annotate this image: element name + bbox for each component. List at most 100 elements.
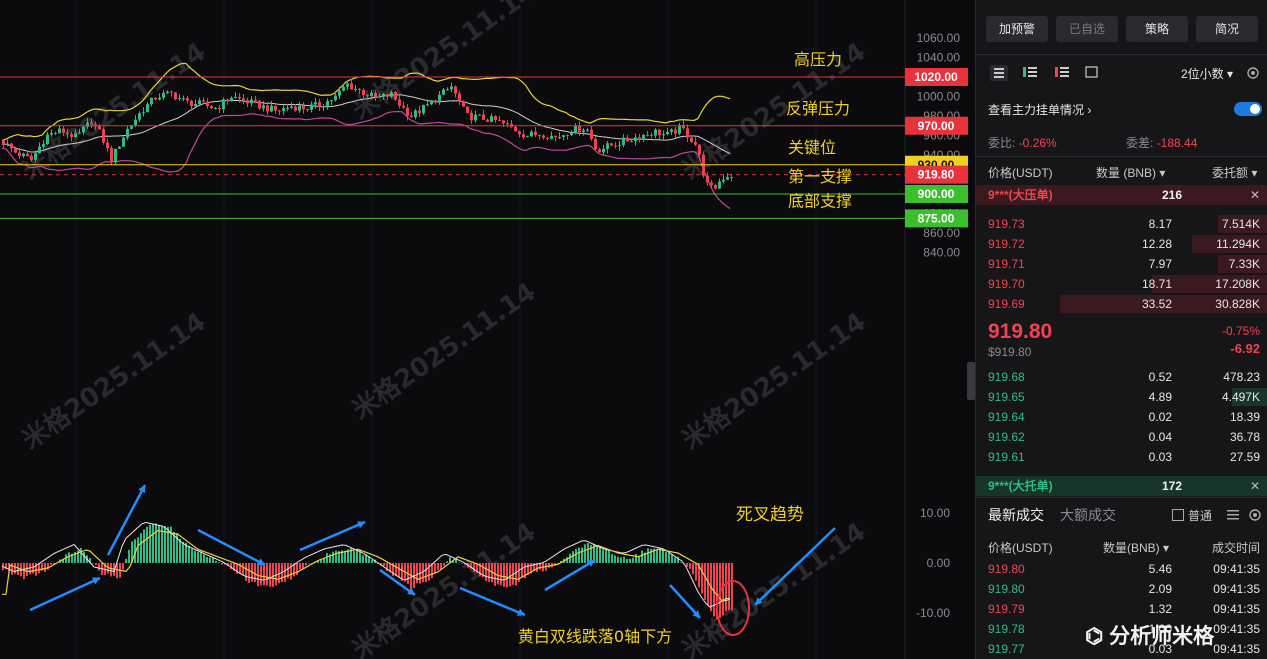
tab-large-trades[interactable]: 大额成交 <box>1060 505 1116 525</box>
trend-arrow <box>299 520 366 552</box>
candle-body <box>534 131 537 136</box>
macd-tick-label: -10.00 <box>916 606 950 620</box>
candle-body <box>574 125 577 133</box>
row-qty: 0.02 <box>1148 410 1172 424</box>
book-both-icon[interactable] <box>990 65 1008 81</box>
big-bid-row[interactable]: 9***(大托单) 172 ✕ <box>976 476 1267 496</box>
book-bids-icon[interactable] <box>1022 65 1038 79</box>
candle-body <box>110 148 113 163</box>
candle-body <box>694 141 697 145</box>
candle-body <box>234 96 237 98</box>
candle-body <box>278 110 281 112</box>
bid-row[interactable]: 919.64 0.02 18.39 <box>976 407 1267 427</box>
macd-histogram-bar <box>443 563 445 566</box>
candle-body <box>642 134 645 140</box>
bid-row[interactable]: 919.65 4.89 4.497K <box>976 387 1267 407</box>
macd-histogram-bar <box>326 553 328 563</box>
candle-body <box>126 128 129 138</box>
strategy-button[interactable]: 策略 <box>1126 16 1188 42</box>
macd-histogram-bar <box>581 547 583 563</box>
bid-row[interactable]: 919.62 0.04 36.78 <box>976 427 1267 447</box>
candle-body <box>226 99 229 102</box>
macd-histogram-bar <box>437 563 439 570</box>
ask-row[interactable]: 919.72 12.28 11.294K <box>976 234 1267 254</box>
macd-histogram-bar <box>689 563 691 569</box>
candle-body <box>178 98 181 100</box>
macd-histogram-bar <box>221 563 223 565</box>
ask-row[interactable]: 919.73 8.17 7.514K <box>976 214 1267 234</box>
candle-body <box>30 156 33 160</box>
candle-body <box>62 128 65 133</box>
price-chart[interactable]: 1060.001040.001020.001000.00980.00960.00… <box>0 0 975 659</box>
watermark-text: 米格2025.11.14 <box>676 306 871 456</box>
candle-body <box>342 86 345 91</box>
row-total: 36.78 <box>1229 430 1260 444</box>
trade-qty-header[interactable]: 数量(BNB) ▾ <box>1103 539 1169 556</box>
candle-body <box>526 136 529 138</box>
candle-body <box>154 97 157 100</box>
macd-histogram-bar <box>659 548 661 563</box>
candle-body <box>458 93 461 102</box>
row-qty: 4.89 <box>1148 390 1172 404</box>
tab-latest-trades[interactable]: 最新成交 <box>988 505 1044 525</box>
candle-body <box>538 135 541 137</box>
candle-body <box>514 126 517 132</box>
level-label: 第一支撑 <box>788 167 852 186</box>
settings-icon[interactable] <box>1246 66 1260 80</box>
candle-body <box>366 95 369 97</box>
candle-body <box>254 99 257 101</box>
macd-histogram-bar <box>29 563 31 575</box>
macd-histogram-bar <box>332 551 334 563</box>
decimals-select[interactable]: 2位小数 ▾ <box>1181 65 1233 82</box>
macd-histogram-bar <box>692 563 694 575</box>
col-total-header[interactable]: 委托额 ▾ <box>1212 164 1257 181</box>
candle-body <box>634 137 637 142</box>
chart-canvas[interactable]: 1060.001040.001020.001000.00980.00960.00… <box>0 0 975 659</box>
row-total: 7.33K <box>1228 257 1260 271</box>
candle-body <box>522 134 525 138</box>
book-asks-icon[interactable] <box>1054 65 1070 79</box>
candle-body <box>334 95 337 101</box>
y-tick-label: 1000.00 <box>917 90 961 104</box>
candle-body <box>66 132 69 134</box>
main-depth-link[interactable]: 查看主力挂单情况 › <box>988 101 1091 118</box>
ask-row[interactable]: 919.70 18.71 17.208K <box>976 274 1267 294</box>
candle-body <box>586 129 589 131</box>
macd-histogram-bar <box>617 556 619 563</box>
normal-checkbox[interactable] <box>1172 509 1184 521</box>
macd-histogram-bar <box>680 562 682 563</box>
bid-row[interactable]: 919.61 0.03 27.59 <box>976 447 1267 467</box>
trades-gear-icon[interactable] <box>1248 508 1262 522</box>
ask-row[interactable]: 919.71 7.97 7.33K <box>976 254 1267 274</box>
candle-body <box>318 102 321 107</box>
bid-row[interactable]: 919.68 0.52 478.23 <box>976 367 1267 387</box>
trades-view-icon[interactable] <box>1084 65 1100 79</box>
big-ask-row[interactable]: 9***(大压单) 216 ✕ <box>976 185 1267 205</box>
list-settings-icon[interactable] <box>1226 508 1240 522</box>
add-alert-button[interactable]: 加预警 <box>986 16 1048 42</box>
row-price: 919.65 <box>988 390 1025 404</box>
overview-button[interactable]: 简况 <box>1196 16 1258 42</box>
row-qty: 12.28 <box>1141 237 1172 251</box>
macd-histogram-bar <box>662 549 664 563</box>
macd-histogram-bar <box>137 537 139 563</box>
col-qty-header[interactable]: 数量 (BNB) ▾ <box>1096 164 1165 181</box>
row-qty: 33.52 <box>1141 297 1172 311</box>
candle-body <box>78 132 81 134</box>
candle-body <box>482 114 485 120</box>
ask-row[interactable]: 919.69 33.52 30.828K <box>976 294 1267 314</box>
candle-body <box>198 100 201 105</box>
macd-histogram-bar <box>125 558 127 563</box>
candle-body <box>250 99 253 104</box>
watchlist-button[interactable]: 已自选 <box>1056 16 1118 42</box>
macd-histogram-bar <box>95 563 97 566</box>
candle-body <box>474 114 477 121</box>
macd-histogram-bar <box>635 553 637 563</box>
candle-body <box>246 100 249 104</box>
row-qty: 8.17 <box>1148 217 1172 231</box>
candle-body <box>598 149 601 153</box>
candle-body <box>530 131 533 137</box>
macd-histogram-bar <box>272 563 274 587</box>
depth-toggle[interactable] <box>1234 102 1262 116</box>
macd-histogram-bar <box>632 557 634 563</box>
